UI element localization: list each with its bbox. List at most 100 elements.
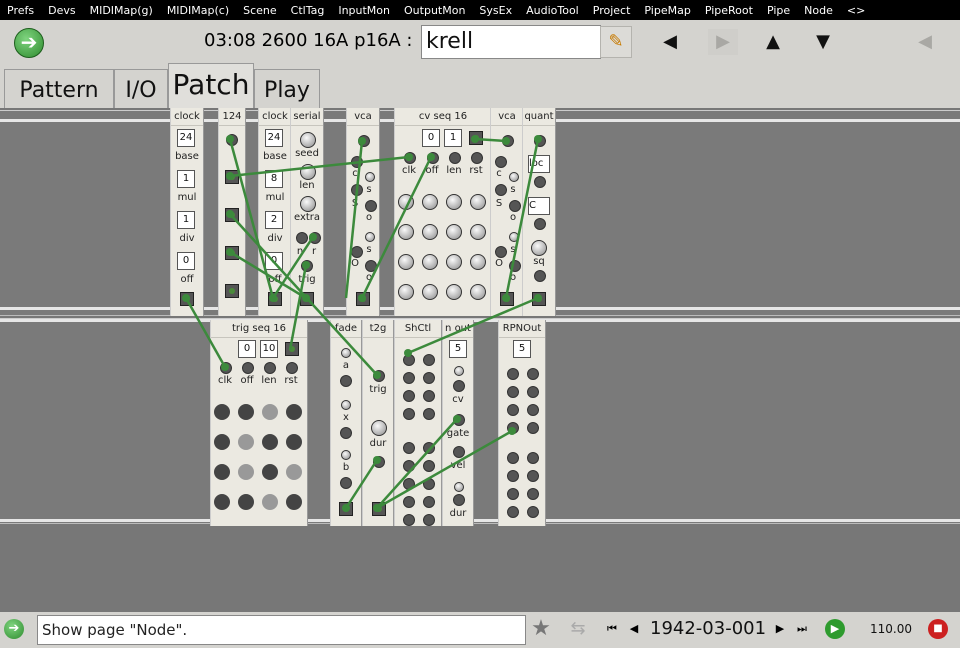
menu-devs[interactable]: Devs bbox=[41, 4, 82, 17]
step-knob[interactable] bbox=[422, 284, 438, 300]
output-port[interactable] bbox=[532, 292, 546, 306]
input-port[interactable] bbox=[509, 260, 521, 272]
module-clock-1[interactable]: clock 24 base 1 mul 1 div 0 off bbox=[170, 108, 204, 316]
port[interactable] bbox=[527, 422, 539, 434]
len-knob[interactable] bbox=[300, 164, 316, 180]
port[interactable] bbox=[423, 372, 435, 384]
input-port[interactable] bbox=[471, 152, 483, 164]
input-port[interactable] bbox=[509, 200, 521, 212]
input-port[interactable] bbox=[220, 362, 232, 374]
step-button[interactable] bbox=[262, 404, 278, 420]
fade-a-knob[interactable] bbox=[341, 348, 351, 358]
input-port[interactable] bbox=[226, 134, 238, 146]
port[interactable] bbox=[403, 460, 415, 472]
channel-value[interactable]: 5 bbox=[449, 340, 467, 358]
port[interactable] bbox=[507, 470, 519, 482]
seq-length-value[interactable]: 1 bbox=[444, 129, 462, 147]
output-port[interactable] bbox=[372, 502, 386, 516]
port[interactable] bbox=[403, 390, 415, 402]
input-port[interactable] bbox=[365, 200, 377, 212]
port[interactable] bbox=[527, 386, 539, 398]
prev-triangle-icon[interactable]: ◀ bbox=[655, 29, 685, 55]
back-arrow-icon[interactable]: ➔ bbox=[4, 619, 24, 639]
port[interactable] bbox=[423, 460, 435, 472]
output-port[interactable] bbox=[225, 284, 239, 298]
menu-node[interactable]: Node bbox=[797, 4, 840, 17]
module-124[interactable]: 124 bbox=[218, 108, 246, 316]
input-port[interactable] bbox=[453, 446, 465, 458]
step-button[interactable] bbox=[238, 494, 254, 510]
port[interactable] bbox=[423, 496, 435, 508]
fade-x-knob[interactable] bbox=[341, 400, 351, 410]
step-button[interactable] bbox=[238, 464, 254, 480]
output-port[interactable] bbox=[339, 502, 353, 516]
step-button[interactable] bbox=[286, 404, 302, 420]
seq-start-value[interactable]: 0 bbox=[238, 340, 256, 358]
input-port[interactable] bbox=[495, 184, 507, 196]
input-port[interactable] bbox=[351, 184, 363, 196]
menu-pipemap[interactable]: PipeMap bbox=[637, 4, 697, 17]
star-icon[interactable]: ★ bbox=[529, 618, 553, 640]
patch-canvas[interactable]: clock 24 base 1 mul 1 div 0 off 124 cloc… bbox=[0, 108, 960, 612]
port[interactable] bbox=[403, 514, 415, 526]
step-knob[interactable] bbox=[422, 194, 438, 210]
menu-pipe[interactable]: Pipe bbox=[760, 4, 797, 17]
step-button[interactable] bbox=[262, 494, 278, 510]
port[interactable] bbox=[507, 488, 519, 500]
input-port[interactable] bbox=[427, 152, 439, 164]
dur-knob[interactable] bbox=[454, 482, 464, 492]
next-icon[interactable]: ▶ bbox=[768, 618, 792, 640]
port[interactable] bbox=[403, 496, 415, 508]
port[interactable] bbox=[527, 452, 539, 464]
level-knob[interactable] bbox=[509, 172, 519, 182]
fade-b-knob[interactable] bbox=[341, 450, 351, 460]
port[interactable] bbox=[423, 408, 435, 420]
module-n-out[interactable]: n out 5 cv gate vel dur bbox=[442, 320, 474, 526]
input-port[interactable] bbox=[495, 156, 507, 168]
port[interactable] bbox=[527, 368, 539, 380]
input-port[interactable] bbox=[351, 156, 363, 168]
port[interactable] bbox=[403, 354, 415, 366]
input-port[interactable] bbox=[373, 456, 385, 468]
level-knob[interactable] bbox=[509, 232, 519, 242]
menu-prefs[interactable]: Prefs bbox=[0, 4, 41, 17]
step-button[interactable] bbox=[214, 434, 230, 450]
seq-length-value[interactable]: 10 bbox=[260, 340, 278, 358]
input-port[interactable] bbox=[301, 260, 313, 272]
output-port[interactable] bbox=[356, 292, 370, 306]
input-port[interactable] bbox=[242, 362, 254, 374]
input-port[interactable] bbox=[264, 362, 276, 374]
module-cv-seq-16[interactable]: cv seq 16 0 1 clk off len rst bbox=[394, 108, 492, 316]
input-port[interactable] bbox=[373, 370, 385, 382]
tab-io[interactable]: I/O bbox=[114, 69, 168, 108]
input-port[interactable] bbox=[340, 477, 352, 489]
level-knob[interactable] bbox=[365, 232, 375, 242]
step-button[interactable] bbox=[238, 404, 254, 420]
port[interactable] bbox=[403, 478, 415, 490]
step-button[interactable] bbox=[286, 494, 302, 510]
input-port[interactable] bbox=[453, 380, 465, 392]
menu-sysex[interactable]: SysEx bbox=[472, 4, 519, 17]
quant-key-field[interactable]: C bbox=[528, 197, 550, 215]
step-knob[interactable] bbox=[446, 194, 462, 210]
output-port[interactable] bbox=[469, 131, 483, 145]
input-port[interactable] bbox=[309, 232, 321, 244]
input-port[interactable] bbox=[358, 135, 370, 147]
step-knob[interactable] bbox=[446, 284, 462, 300]
input-port[interactable] bbox=[534, 135, 546, 147]
port[interactable] bbox=[423, 390, 435, 402]
port[interactable] bbox=[403, 372, 415, 384]
seq-start-value[interactable]: 0 bbox=[422, 129, 440, 147]
step-button[interactable] bbox=[262, 434, 278, 450]
module-vca-1[interactable]: vca c S s o O s o bbox=[346, 108, 380, 316]
input-port[interactable] bbox=[534, 218, 546, 230]
input-port[interactable] bbox=[351, 246, 363, 258]
input-port[interactable] bbox=[340, 427, 352, 439]
input-port[interactable] bbox=[365, 260, 377, 272]
module-shctl[interactable]: ShCtl bbox=[394, 320, 442, 526]
module-clock-2[interactable]: clock 24 base 8 mul 2 div 0 off bbox=[258, 108, 292, 316]
clock-div-value[interactable]: 1 bbox=[177, 211, 195, 229]
menu-more[interactable]: <> bbox=[840, 4, 872, 17]
input-port[interactable] bbox=[495, 246, 507, 258]
dur-knob[interactable] bbox=[371, 420, 387, 436]
